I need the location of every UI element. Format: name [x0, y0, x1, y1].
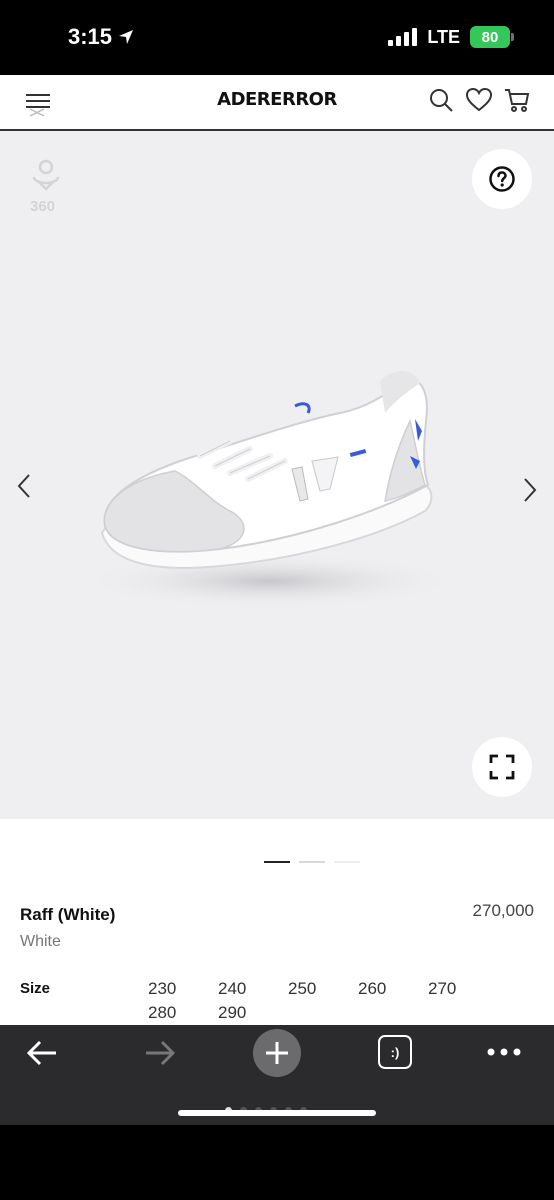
- product-price: 270,000: [472, 901, 534, 920]
- help-button[interactable]: [472, 149, 532, 209]
- battery-icon: 80: [470, 26, 514, 48]
- chevron-left-icon[interactable]: [14, 471, 34, 501]
- header-actions: [428, 87, 530, 113]
- chevron-right-icon[interactable]: [520, 475, 540, 505]
- carousel-indicator: [264, 861, 360, 863]
- status-indicators: LTE 80: [388, 26, 514, 48]
- new-tab-button[interactable]: [253, 1029, 301, 1077]
- carousel-dot-3[interactable]: [334, 861, 360, 863]
- product-name: Raff (White): [20, 905, 116, 924]
- search-icon[interactable]: [428, 87, 454, 113]
- tabs-icon: :): [390, 1044, 400, 1060]
- 360-label: 360: [30, 198, 56, 215]
- forward-arrow-icon: [146, 1040, 176, 1066]
- 360-icon: [32, 159, 60, 191]
- tabs-button[interactable]: :): [378, 1035, 412, 1069]
- back-arrow-icon: [26, 1040, 56, 1066]
- more-icon: [487, 1048, 521, 1056]
- battery-level: 80: [481, 28, 499, 46]
- status-time: 3:15: [68, 24, 134, 50]
- product-info: Raff (White) White 270,000 Size 230 240 …: [0, 819, 554, 1025]
- cart-icon[interactable]: [504, 87, 530, 113]
- signal-icon: [388, 28, 418, 46]
- size-option[interactable]: 230: [148, 979, 218, 999]
- product-gallery[interactable]: 360: [0, 131, 554, 819]
- product-color: White: [20, 933, 61, 950]
- size-label: Size: [20, 980, 51, 997]
- size-option[interactable]: 270: [428, 979, 498, 999]
- location-arrow-icon: [119, 30, 134, 44]
- question-icon: [489, 166, 515, 192]
- size-option[interactable]: 280: [148, 1003, 218, 1023]
- size-option[interactable]: 250: [288, 979, 358, 999]
- back-button[interactable]: [22, 1035, 62, 1071]
- expand-icon: [489, 754, 515, 780]
- size-options: 230 240 250 260 270 280 290: [148, 979, 498, 1023]
- site-header: ADERERROR: [0, 75, 554, 131]
- carousel-dot-1[interactable]: [264, 861, 290, 863]
- forward-button[interactable]: [140, 1035, 180, 1071]
- heart-icon[interactable]: [466, 87, 492, 113]
- more-button[interactable]: [484, 1039, 524, 1065]
- size-option[interactable]: 260: [358, 979, 428, 999]
- carousel-dot-2[interactable]: [299, 861, 325, 863]
- product-image-sneaker: [80, 371, 460, 609]
- plus-icon: [266, 1042, 288, 1064]
- size-option[interactable]: 240: [218, 979, 288, 999]
- home-indicator[interactable]: [178, 1110, 376, 1116]
- status-bar: 3:15 LTE 80: [0, 0, 554, 75]
- network-label: LTE: [427, 26, 460, 47]
- screen-bottom: [0, 1125, 554, 1200]
- 360-view-button[interactable]: 360: [26, 155, 66, 215]
- clock-text: 3:15: [68, 24, 113, 49]
- size-option[interactable]: 290: [218, 1003, 288, 1023]
- fullscreen-button[interactable]: [472, 737, 532, 797]
- browser-toolbar: :): [0, 1025, 554, 1125]
